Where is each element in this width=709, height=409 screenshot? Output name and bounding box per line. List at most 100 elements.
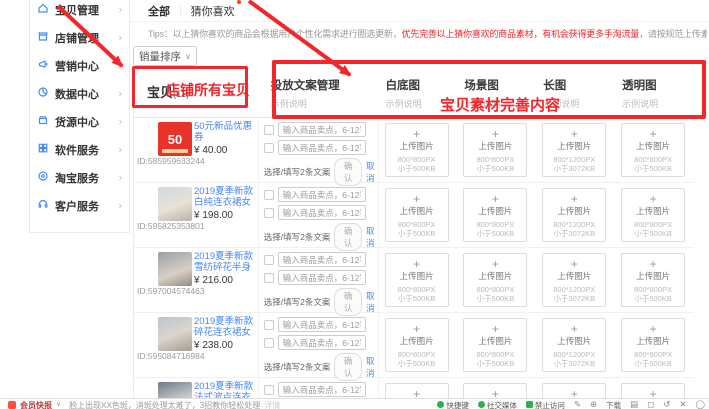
upload-image-button[interactable]: + 上传图片 800*800PX 小于500KB bbox=[385, 123, 449, 177]
undo-icon[interactable]: ↺ bbox=[663, 400, 670, 409]
long-upload-cell: + 上传图片 800*1200PX 小于3072KB bbox=[536, 118, 615, 182]
example-link[interactable]: 示例说明 bbox=[622, 97, 694, 110]
sell-point-checkbox[interactable] bbox=[264, 125, 274, 135]
sidebar-item-treasure[interactable]: 宝贝管理 › bbox=[30, 0, 129, 24]
pencil-icon[interactable]: ✎ bbox=[574, 400, 581, 409]
marker-icon[interactable]: ⊕ bbox=[590, 400, 597, 409]
sell-point-input-1[interactable] bbox=[278, 252, 366, 267]
plus-icon: + bbox=[622, 258, 684, 270]
product-id: ID:585959633244 bbox=[137, 156, 205, 166]
customer-icon bbox=[37, 197, 49, 215]
upload-image-button[interactable]: + 上传图片 800*800PX 小于500KB bbox=[385, 253, 449, 307]
cancel-button[interactable]: 取消 bbox=[366, 225, 378, 249]
product-title-link[interactable]: 2019夏季新款碎花连衣裙女修身显瘦小众网红 bbox=[194, 316, 256, 338]
example-link[interactable]: 示例说明 bbox=[271, 97, 379, 110]
upload-image-button[interactable]: + 上传图片 800*1200PX 小于3072KB bbox=[542, 188, 606, 242]
upload-image-button[interactable]: + 上传图片 800*800PX 小于500KB bbox=[621, 188, 685, 242]
sidebar-item-taobao[interactable]: 淘宝服务 › bbox=[30, 164, 129, 192]
upload-image-button[interactable]: + 上传图片 800*800PX 小于500KB bbox=[463, 123, 527, 177]
news-ticker[interactable]: 脸上出现XX色斑，消斑处理太难了，3招教你轻松处理 bbox=[69, 400, 260, 409]
confirm-button[interactable]: 确认 bbox=[334, 223, 362, 251]
news-more-link[interactable]: 详情 bbox=[264, 400, 280, 409]
shop-icon bbox=[37, 29, 49, 47]
news-brand: 会员快报 bbox=[20, 400, 52, 409]
product-image[interactable]: 50 bbox=[158, 122, 192, 156]
sell-point-checkbox[interactable] bbox=[264, 208, 274, 218]
product-image[interactable] bbox=[158, 187, 192, 221]
cancel-button[interactable]: 取消 bbox=[366, 290, 378, 314]
upload-image-button[interactable]: + 上传图片 800*800PX 小于500KB bbox=[463, 188, 527, 242]
plus-icon: + bbox=[622, 323, 684, 335]
quick-item-2[interactable]: 社交媒体 bbox=[478, 400, 517, 409]
product-title-link[interactable]: 50元新品优惠券 bbox=[194, 121, 256, 143]
confirm-button[interactable]: 确认 bbox=[334, 158, 362, 186]
tab-all[interactable]: 全部 bbox=[148, 3, 170, 19]
plus-icon: + bbox=[622, 193, 684, 205]
quick-item-1[interactable]: 快捷键 bbox=[437, 400, 469, 409]
cancel-button[interactable]: 取消 bbox=[366, 355, 378, 379]
example-link[interactable]: 示例说明 bbox=[543, 97, 615, 110]
upload-image-button[interactable]: + 上传图片 800*800PX 小于500KB bbox=[385, 318, 449, 372]
product-price: ¥ 40.00 bbox=[194, 145, 227, 156]
grid-icon[interactable]: ▤ bbox=[630, 400, 638, 409]
sort-dropdown[interactable]: 销量排序 ∨ bbox=[133, 46, 197, 66]
upload-image-button[interactable]: + 上传图片 800*800PX 小于500KB bbox=[463, 318, 527, 372]
sidebar-item-customer[interactable]: 客户服务 › bbox=[30, 192, 129, 220]
sidebar-item-supply[interactable]: 货源中心 › bbox=[30, 108, 129, 136]
confirm-button[interactable]: 确认 bbox=[334, 353, 362, 381]
sell-point-input-2[interactable] bbox=[278, 140, 366, 155]
product-image[interactable] bbox=[158, 252, 192, 286]
quick-item-3[interactable]: 禁止访问 bbox=[526, 400, 565, 409]
upload-image-button[interactable]: + 上传图片 800*800PX 小于500KB bbox=[385, 188, 449, 242]
sidebar-item-software[interactable]: 软件服务 › bbox=[30, 136, 129, 164]
product-material-table: 宝贝(11) 投放文案管理 示例说明 白底图 示例说明 场景图 示例说明 长图 … bbox=[133, 66, 694, 409]
sell-point-input-1[interactable] bbox=[278, 187, 366, 202]
upload-image-button[interactable]: + 上传图片 800*1200PX 小于3072KB bbox=[542, 123, 606, 177]
confirm-button[interactable]: 确认 bbox=[334, 288, 362, 316]
sell-point-checkbox[interactable] bbox=[264, 338, 274, 348]
sell-point-checkbox[interactable] bbox=[264, 143, 274, 153]
scene-upload-cell: + 上传图片 800*800PX 小于500KB bbox=[457, 313, 536, 377]
close-icon[interactable]: ✕ bbox=[679, 400, 686, 409]
chevron-down-icon: ∨ bbox=[185, 52, 191, 61]
column-header-long: 长图 示例说明 bbox=[536, 66, 615, 117]
tab-guess-you-like[interactable]: 猜你喜欢 bbox=[191, 3, 235, 19]
sell-point-input-1[interactable] bbox=[278, 317, 366, 332]
sell-point-checkbox[interactable] bbox=[264, 273, 274, 283]
data-icon bbox=[37, 85, 49, 103]
product-title-link[interactable]: 2019夏季新款雪纺碎花半身裙女中长款高腰白 bbox=[194, 251, 256, 273]
upload-image-button[interactable]: + 上传图片 800*800PX 小于500KB bbox=[621, 318, 685, 372]
sell-point-input-1[interactable] bbox=[278, 382, 366, 397]
upload-image-button[interactable]: + 上传图片 800*1200PX 小于3072KB bbox=[542, 253, 606, 307]
sell-point-checkbox[interactable] bbox=[264, 190, 274, 200]
product-image[interactable] bbox=[158, 317, 192, 351]
chevron-down-icon[interactable]: ∨ bbox=[56, 400, 61, 408]
sidebar-item-shop[interactable]: 店铺管理 › bbox=[30, 24, 129, 52]
treasure-icon bbox=[37, 1, 49, 19]
sell-point-input-2[interactable] bbox=[278, 270, 366, 285]
sell-point-checkbox[interactable] bbox=[264, 320, 274, 330]
sidebar-item-data[interactable]: 数据中心 › bbox=[30, 80, 129, 108]
upload-image-button[interactable]: + 上传图片 800*1200PX 小于3072KB bbox=[542, 318, 606, 372]
sidebar-item-marketing[interactable]: 营销中心 › bbox=[30, 52, 129, 80]
product-price: ¥ 216.00 bbox=[194, 275, 233, 286]
text-icon[interactable]: ◻ bbox=[647, 400, 654, 409]
example-link[interactable]: 示例说明 bbox=[464, 97, 536, 110]
upload-image-button[interactable]: + 上传图片 800*800PX 小于500KB bbox=[621, 123, 685, 177]
plus-icon: + bbox=[464, 323, 526, 335]
cancel-button[interactable]: 取消 bbox=[366, 160, 378, 184]
upload-image-button[interactable]: + 上传图片 800*800PX 小于500KB bbox=[621, 253, 685, 307]
done-icon[interactable]: ◯ bbox=[695, 400, 705, 409]
download-button[interactable]: 下载 bbox=[606, 400, 621, 409]
sell-point-input-2[interactable] bbox=[278, 205, 366, 220]
sidebar: 宝贝管理 › 店铺管理 › 营销中心 › 数据中心 › 货源中心 › bbox=[29, 0, 130, 233]
sell-point-checkbox[interactable] bbox=[264, 255, 274, 265]
copy-note: 选择/填写2条文案 bbox=[264, 296, 331, 308]
sell-point-input-1[interactable] bbox=[278, 122, 366, 137]
scene-upload-cell: + 上传图片 800*800PX 小于500KB bbox=[457, 183, 536, 247]
example-link[interactable]: 示例说明 bbox=[386, 97, 458, 110]
upload-image-button[interactable]: + 上传图片 800*800PX 小于500KB bbox=[463, 253, 527, 307]
sell-point-input-2[interactable] bbox=[278, 335, 366, 350]
product-title-link[interactable]: 2019夏季新款白纯连衣裙女衬衫短袖T恤中长款 bbox=[194, 186, 256, 208]
sell-point-checkbox[interactable] bbox=[264, 385, 274, 395]
